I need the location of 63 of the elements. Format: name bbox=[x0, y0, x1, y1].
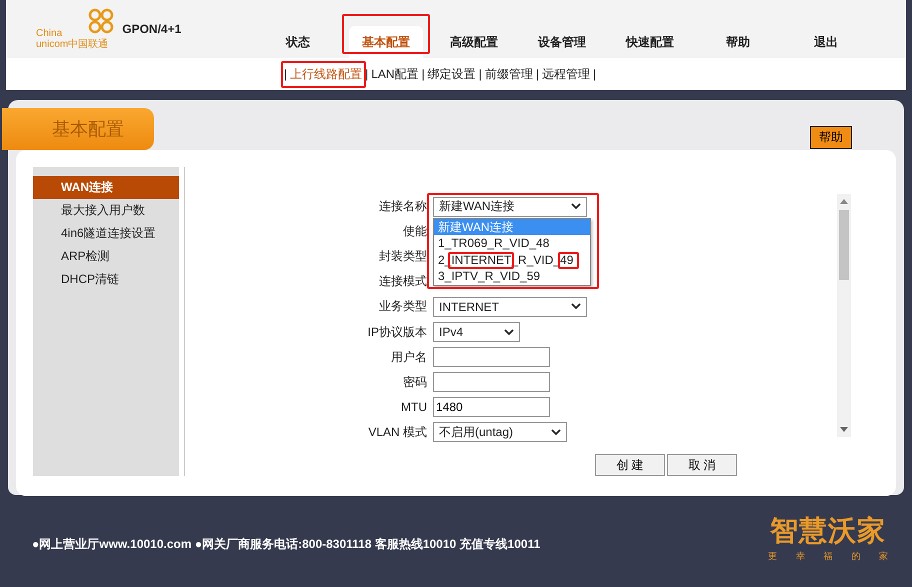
sidebar-item[interactable]: 最大接入用户数 bbox=[33, 199, 179, 222]
separator-text: | bbox=[284, 67, 288, 81]
dropdown-option[interactable]: 1_TR069_R_VID_48 bbox=[434, 235, 590, 252]
nav-tab[interactable]: 设备管理 bbox=[518, 26, 606, 58]
slogan-character: 幸 bbox=[796, 550, 805, 563]
subnav-link[interactable]: 远程管理 bbox=[542, 66, 590, 82]
footer-text: ●网上营业厅www.10010.com ●网关厂商服务电话:800-8301118 客服热线10010 充值专线10011 bbox=[32, 536, 540, 553]
slogan-character: 更 bbox=[768, 550, 777, 563]
chevron-down-icon bbox=[571, 203, 581, 210]
slogan-character: 福 bbox=[824, 550, 832, 563]
scrollbar[interactable] bbox=[837, 194, 851, 437]
field-label: IP协议版本 bbox=[366, 324, 427, 341]
nav-tab[interactable]: 退出 bbox=[782, 26, 870, 58]
slogan-character: 的 bbox=[851, 550, 860, 563]
nav-tab[interactable]: 帮助 bbox=[694, 26, 782, 58]
sidebar-item[interactable]: DHCP清链 bbox=[33, 268, 179, 291]
dropdown-option[interactable]: 3_IPTV_R_VID_59 bbox=[434, 268, 590, 285]
subnav-link[interactable]: 绑定设置 bbox=[428, 66, 476, 82]
model-label: GPON/4+1 bbox=[122, 22, 182, 36]
dropdown-select[interactable]: INTERNET bbox=[433, 296, 587, 317]
logo-text: China bbox=[36, 28, 64, 39]
chevron-down-icon bbox=[551, 428, 561, 436]
nav-tab[interactable]: 快速配置 bbox=[606, 26, 694, 58]
field-label: 连接名称 bbox=[378, 198, 427, 216]
field-label: 封装类型 bbox=[378, 248, 427, 266]
field-label: 使能 bbox=[402, 223, 427, 240]
field-label: VLAN 模式 bbox=[367, 424, 427, 441]
nav-tab[interactable]: 基本配置 bbox=[349, 26, 423, 58]
form-button[interactable]: 取 消 bbox=[667, 454, 737, 476]
nav-tab[interactable]: 状态 bbox=[254, 26, 342, 58]
field-label: 密码 bbox=[402, 374, 427, 391]
field-label: 业务类型 bbox=[378, 298, 427, 316]
help-button[interactable]: 帮助 bbox=[810, 126, 852, 149]
chevron-down-icon bbox=[571, 303, 581, 310]
subnav-link[interactable]: 上行线路配置 bbox=[290, 66, 362, 82]
form-button[interactable]: 创 建 bbox=[595, 454, 665, 476]
slogan-character: 家 bbox=[879, 550, 888, 563]
dropdown-select[interactable]: 不启用(untag) bbox=[433, 422, 567, 442]
separator-text: | bbox=[478, 67, 482, 81]
dropdown-select[interactable]: 新建WAN连接 bbox=[433, 196, 587, 217]
separator-text: | bbox=[365, 67, 368, 81]
sidebar-item[interactable]: WAN连接 bbox=[33, 176, 179, 199]
field-label: 连接模式 bbox=[378, 273, 427, 290]
logo-text: unicom中国联通 bbox=[36, 39, 108, 50]
separator-text: | bbox=[422, 67, 425, 81]
scroll-down-icon[interactable] bbox=[840, 427, 848, 433]
input-field[interactable] bbox=[433, 347, 550, 368]
input-field[interactable]: 1480 bbox=[433, 397, 550, 418]
chevron-down-icon bbox=[504, 328, 514, 336]
subnav-link[interactable]: LAN配置 bbox=[371, 66, 419, 82]
separator-text: | bbox=[536, 67, 539, 81]
sidebar-item[interactable]: ARP检测 bbox=[33, 245, 179, 268]
scroll-up-icon[interactable] bbox=[840, 198, 848, 204]
field-label: MTU bbox=[400, 400, 427, 414]
subnav-link[interactable]: 前缀管理 bbox=[484, 66, 533, 82]
brand-logo-text: 智慧沃家 bbox=[770, 514, 886, 548]
scrollbar-thumb[interactable] bbox=[839, 210, 849, 280]
separator-text: | bbox=[592, 67, 596, 81]
input-field[interactable] bbox=[433, 372, 550, 392]
dropdown-select[interactable]: IPv4 bbox=[433, 322, 520, 342]
field-label: 用户名 bbox=[390, 348, 427, 366]
nav-tab[interactable]: 高级配置 bbox=[430, 26, 518, 58]
sidebar-item[interactable]: 4in6隧道连接设置 bbox=[33, 222, 179, 245]
